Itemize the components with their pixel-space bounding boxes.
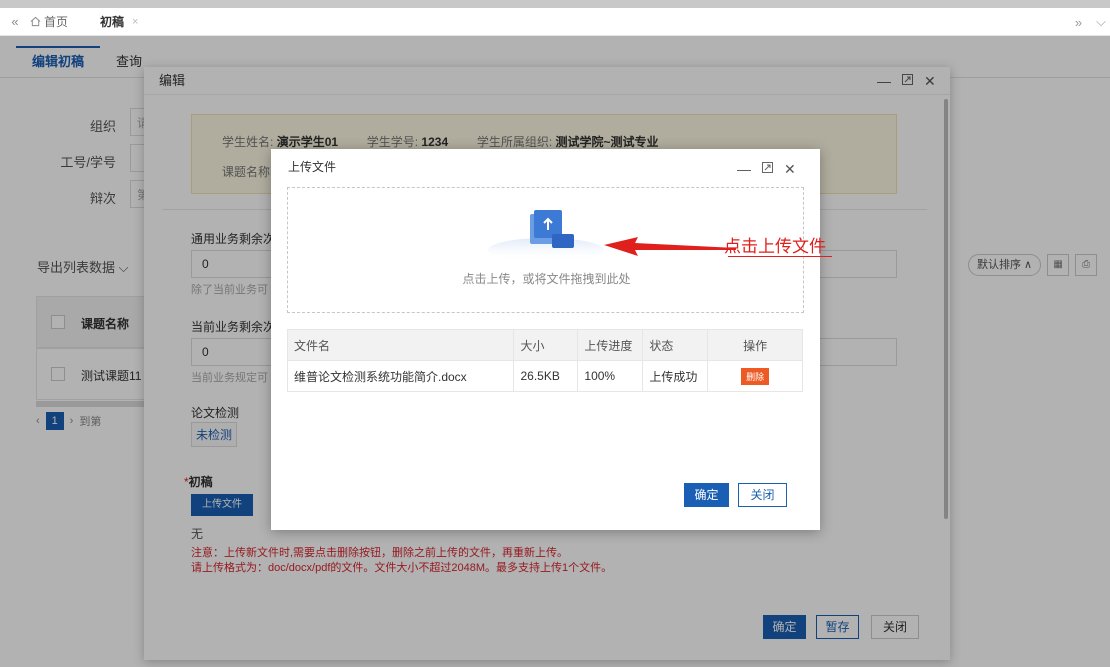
home-icon [30, 16, 41, 27]
upload-dialog: 上传文件 — ✕ 点击上传，或将文件拖拽到此处 文件名 大小 上传进度 状态 操… [271, 149, 820, 530]
scroll-tabs-right-button[interactable]: » [1075, 15, 1082, 30]
collapse-sidebar-button[interactable]: « [0, 14, 30, 29]
upload-window-controls: — ✕ [737, 161, 796, 178]
uploaded-files-table: 文件名 大小 上传进度 状态 操作 维普论文检测系统功能简介.docx 26.5… [286, 329, 803, 392]
col-action: 操作 [707, 329, 803, 361]
col-progress: 上传进度 [577, 329, 644, 361]
upload-cloud-icon [488, 210, 604, 262]
drop-zone-text: 点击上传，或将文件拖拽到此处 [462, 272, 631, 286]
minimize-icon[interactable]: — [737, 161, 751, 178]
tab-home-label: 首页 [44, 15, 69, 29]
annotation-underline [728, 256, 832, 257]
col-filename: 文件名 [286, 329, 515, 361]
close-tab-icon[interactable]: × [132, 16, 138, 28]
col-size: 大小 [513, 329, 579, 361]
arrow-annotation [604, 237, 736, 256]
tab-draft-label: 初稿 [100, 15, 125, 29]
upload-close-button[interactable]: 关闭 [738, 483, 787, 507]
tab-bar: « 首页 初稿 × » ⌵ [0, 8, 1110, 36]
file-size: 26.5KB [513, 360, 579, 392]
tab-draft[interactable]: 初稿 × [92, 13, 152, 30]
file-name: 维普论文检测系统功能简介.docx [286, 360, 515, 392]
file-status: 上传成功 [642, 360, 709, 392]
file-progress: 100% [577, 360, 644, 392]
top-strip [0, 0, 1110, 8]
chevron-down-icon[interactable]: ⌵ [1096, 14, 1106, 30]
tab-home[interactable]: 首页 [30, 13, 92, 30]
close-icon[interactable]: ✕ [784, 161, 796, 178]
col-status: 状态 [642, 329, 709, 361]
maximize-icon[interactable] [761, 161, 774, 178]
upload-confirm-button[interactable]: 确定 [684, 483, 729, 507]
file-action-cell: 删除 [707, 360, 803, 392]
table-header-row: 文件名 大小 上传进度 状态 操作 [286, 329, 803, 361]
annotation-label: 点击上传文件 [724, 237, 826, 256]
table-row: 维普论文检测系统功能简介.docx 26.5KB 100% 上传成功 删除 [286, 360, 803, 392]
delete-file-button[interactable]: 删除 [741, 367, 770, 385]
